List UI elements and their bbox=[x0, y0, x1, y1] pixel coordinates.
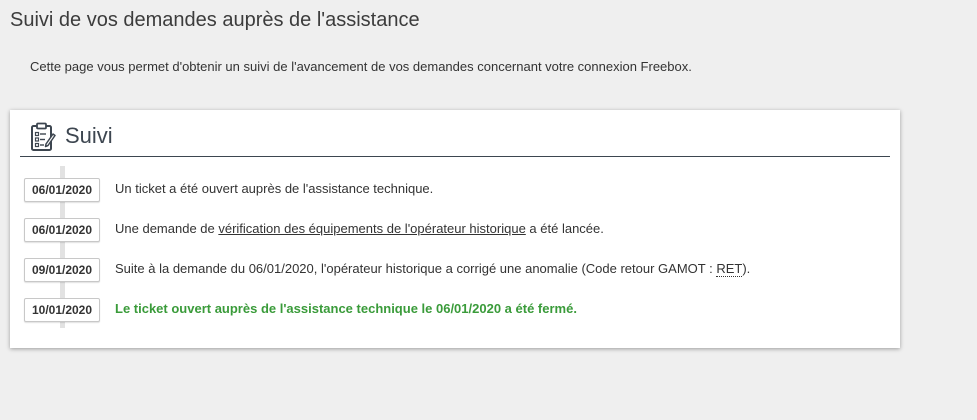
event-text: Une demande de vérification des équipeme… bbox=[115, 221, 604, 236]
event-date-badge: 09/01/2020 bbox=[24, 258, 100, 282]
event-text: Suite à la demande du 06/01/2020, l'opér… bbox=[115, 261, 751, 277]
page-intro: Cette page vous permet d'obtenir un suiv… bbox=[30, 59, 692, 74]
event-date-badge: 06/01/2020 bbox=[24, 178, 100, 202]
page-title: Suivi de vos demandes auprès de l'assist… bbox=[10, 9, 420, 31]
event-text-before: Suite à la demande du 06/01/2020, l'opér… bbox=[115, 261, 717, 276]
timeline: 06/01/2020 Un ticket a été ouvert auprès… bbox=[10, 166, 900, 328]
panel-header: Suivi bbox=[20, 120, 890, 157]
timeline-event: 06/01/2020 Une demande de vérification d… bbox=[24, 218, 894, 242]
clipboard-icon bbox=[30, 122, 56, 152]
timeline-event: 09/01/2020 Suite à la demande du 06/01/2… bbox=[24, 258, 894, 282]
event-date-badge: 10/01/2020 bbox=[24, 298, 100, 322]
event-text-after: a été lancée. bbox=[525, 221, 604, 236]
event-text: Un ticket a été ouvert auprès de l'assis… bbox=[115, 181, 434, 196]
event-text-before: Une demande de bbox=[115, 221, 219, 236]
panel-title: Suivi bbox=[65, 123, 113, 148]
event-text-after: ). bbox=[742, 261, 751, 276]
return-code[interactable]: RET bbox=[716, 261, 743, 277]
event-text-closed: Le ticket ouvert auprès de l'assistance … bbox=[115, 301, 577, 316]
tracking-panel: Suivi 06/01/2020 Un ticket a été ouvert … bbox=[10, 110, 900, 348]
timeline-event: 10/01/2020 Le ticket ouvert auprès de l'… bbox=[24, 298, 894, 322]
timeline-event: 06/01/2020 Un ticket a été ouvert auprès… bbox=[24, 178, 894, 202]
event-date-badge: 06/01/2020 bbox=[24, 218, 100, 242]
equipment-verification-link[interactable]: vérification des équipements de l'opérat… bbox=[218, 221, 525, 236]
